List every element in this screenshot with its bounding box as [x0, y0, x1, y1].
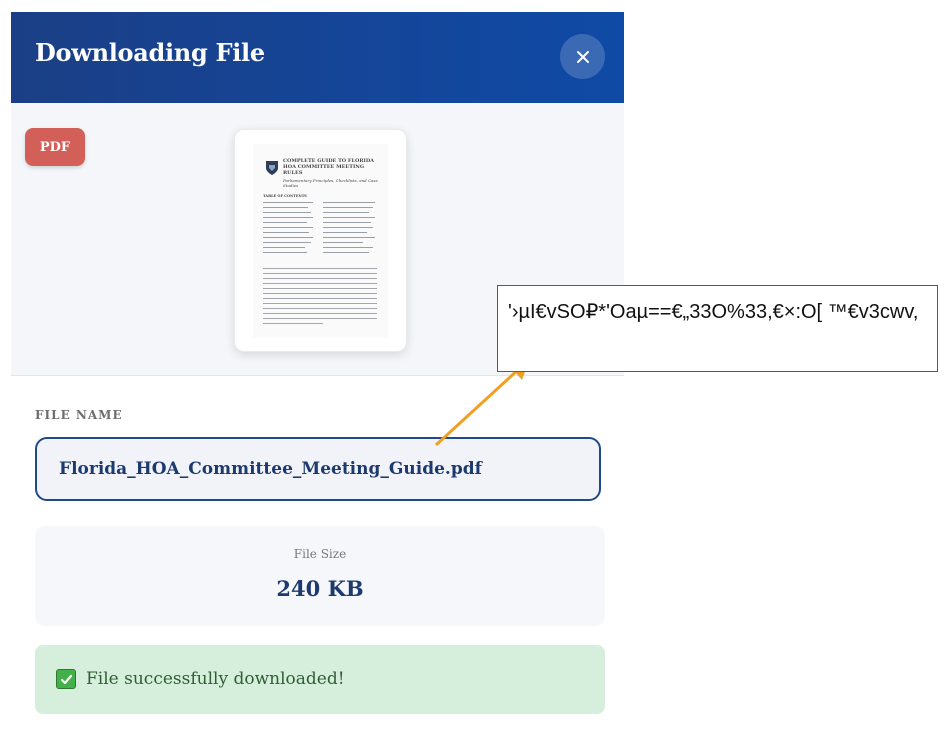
toc-line	[263, 247, 305, 249]
toc-line	[263, 222, 307, 224]
toc-line	[263, 242, 311, 244]
toc-line	[323, 242, 363, 244]
body-text-line	[263, 313, 377, 315]
toc-line	[323, 222, 371, 224]
file-name-value: Florida_HOA_Committee_Meeting_Guide.pdf	[59, 459, 482, 479]
file-size-panel: File Size 240 KB	[35, 526, 605, 626]
success-message: File successfully downloaded!	[86, 669, 345, 689]
pdf-badge: PDF	[25, 128, 85, 166]
annotation-text: '›µI€vSO₽*'Oaµ==€„33O%33,€×:O[ ™€v3cwv,	[508, 301, 919, 323]
file-size-label: File Size	[293, 547, 347, 561]
file-name-label: FILE NAME	[35, 408, 123, 422]
close-button[interactable]	[560, 34, 605, 79]
toc-line	[323, 207, 373, 209]
toc-line	[263, 217, 313, 219]
toc-line	[323, 252, 369, 254]
body-text-line	[263, 293, 377, 295]
toc-line	[323, 217, 375, 219]
toc-line	[263, 202, 313, 204]
body-text-line	[263, 268, 377, 270]
body-text-line	[263, 323, 323, 325]
toc-line	[323, 202, 375, 204]
success-message-banner: File successfully downloaded!	[35, 645, 605, 714]
body-text-line	[263, 283, 377, 285]
file-size-value: 240 KB	[276, 576, 364, 601]
toc-line	[263, 227, 313, 229]
toc-line	[323, 227, 373, 229]
document-page: COMPLETE GUIDE TO FLORIDA HOA COMMITTEE …	[253, 144, 388, 337]
toc-line	[263, 232, 309, 234]
toc-line	[263, 207, 308, 209]
body-text-line	[263, 303, 377, 305]
toc-line	[323, 237, 375, 239]
toc-line	[323, 247, 373, 249]
toc-line	[263, 252, 307, 254]
document-thumbnail[interactable]: COMPLETE GUIDE TO FLORIDA HOA COMMITTEE …	[234, 129, 407, 352]
toc-line	[263, 212, 311, 214]
body-text-line	[263, 298, 377, 300]
toc-line	[323, 232, 367, 234]
document-toc-heading: TABLE OF CONTENTS	[263, 194, 307, 198]
body-text-line	[263, 308, 377, 310]
crest-icon	[266, 161, 278, 175]
toc-line	[263, 237, 313, 239]
annotation-callout: '›µI€vSO₽*'Oaµ==€„33O%33,€×:O[ ™€v3cwv,	[497, 285, 938, 372]
document-title: COMPLETE GUIDE TO FLORIDA HOA COMMITTEE …	[283, 158, 375, 176]
toc-line	[323, 212, 369, 214]
dialog-header: Downloading File	[11, 12, 624, 103]
body-text-line	[263, 278, 377, 280]
body-text-line	[263, 318, 377, 320]
dialog-title: Downloading File	[35, 38, 265, 67]
check-box-icon	[56, 669, 76, 689]
body-text-line	[263, 273, 377, 275]
body-text-line	[263, 288, 377, 290]
document-subtitle: Parliamentary Principles, Checklists, an…	[283, 178, 378, 188]
close-icon	[576, 50, 589, 63]
